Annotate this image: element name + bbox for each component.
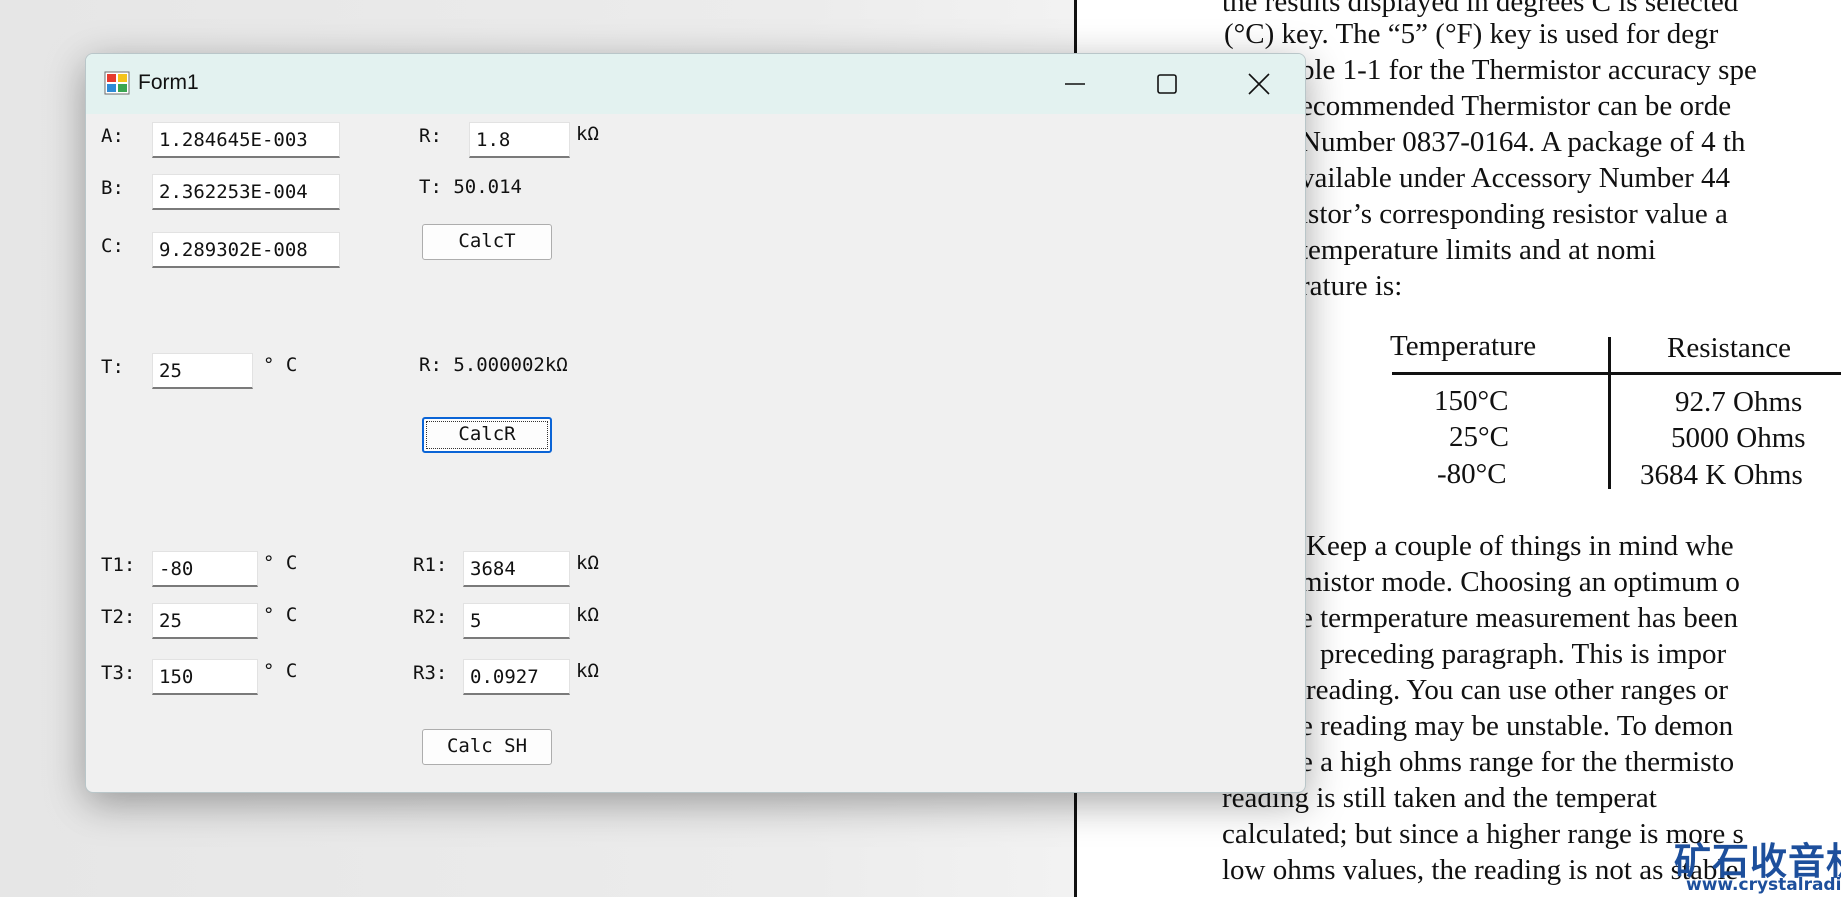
close-icon bbox=[1248, 73, 1270, 95]
minimize-button[interactable] bbox=[1029, 54, 1121, 114]
doc-line: e reading may be unstable. To demon bbox=[1300, 710, 1734, 742]
doc-line: rature is: bbox=[1300, 270, 1403, 302]
unit-kohm: kΩ bbox=[576, 660, 599, 682]
doc-line: e termperature measurement has been bbox=[1300, 602, 1739, 634]
close-button[interactable] bbox=[1213, 54, 1305, 114]
table-header-temperature: Temperature bbox=[1390, 330, 1537, 362]
resistance-result: R: 5.000002kΩ bbox=[419, 354, 568, 376]
doc-line: ecommended Thermistor can be orde bbox=[1300, 90, 1732, 122]
t1-input[interactable]: -80 bbox=[152, 551, 258, 587]
table-header-resistance: Resistance bbox=[1667, 332, 1792, 364]
calc-t-button[interactable]: CalcT bbox=[422, 224, 552, 260]
label-r3: R3: bbox=[413, 662, 448, 684]
minimize-icon bbox=[1065, 83, 1085, 85]
unit-celsius: ° C bbox=[263, 660, 298, 682]
t3-input[interactable]: 150 bbox=[152, 659, 258, 695]
r1-input[interactable]: 3684 bbox=[463, 551, 570, 587]
doc-line: mistor mode. Choosing an optimum o bbox=[1300, 566, 1740, 598]
label-r: R: bbox=[419, 125, 442, 147]
maximize-icon bbox=[1157, 74, 1177, 94]
calc-r-button[interactable]: CalcR bbox=[422, 417, 552, 453]
doc-line: (°C) key. The “5” (°F) key is used for d… bbox=[1224, 18, 1719, 50]
table-cell: 25°C bbox=[1449, 421, 1509, 453]
doc-line: low ohms values, the reading is not as s… bbox=[1222, 854, 1739, 886]
doc-line: preceding paragraph. This is impor bbox=[1320, 638, 1727, 670]
maximize-button[interactable] bbox=[1121, 54, 1213, 114]
watermark-url: www.crystalradio.cn bbox=[1686, 875, 1841, 895]
table-column-rule bbox=[1608, 337, 1611, 489]
label-t1: T1: bbox=[101, 554, 136, 576]
doc-line: the results displayed in degrees C is se… bbox=[1222, 0, 1739, 18]
doc-line: Number 0837-0164. A package of 4 th bbox=[1300, 126, 1746, 158]
table-cell: 150°C bbox=[1434, 385, 1509, 417]
doc-line: ble 1-1 for the Thermistor accuracy spe bbox=[1300, 54, 1757, 86]
temperature-input[interactable]: 25 bbox=[152, 353, 253, 389]
doc-line: calculated; but since a higher range is … bbox=[1222, 818, 1744, 850]
table-cell: 3684 K Ohms bbox=[1640, 459, 1803, 491]
window-title: Form1 bbox=[138, 71, 199, 94]
doc-line: reading. You can use other ranges or bbox=[1306, 674, 1729, 706]
doc-line: Keep a couple of things in mind whe bbox=[1306, 530, 1734, 562]
resistance-input[interactable]: 1.8 bbox=[469, 122, 570, 158]
coefficient-b-field[interactable]: 2.362253E-004 bbox=[152, 174, 340, 210]
coefficient-c-field[interactable]: 9.289302E-008 bbox=[152, 232, 340, 268]
label-t: T: bbox=[101, 356, 124, 378]
table-cell: 5000 Ohms bbox=[1671, 422, 1806, 454]
calc-sh-button[interactable]: Calc SH bbox=[422, 729, 552, 765]
form1-window: Form1 A: 1.284645E-003 B: 2.362253E-004 … bbox=[85, 53, 1306, 793]
table-header-rule bbox=[1392, 372, 1841, 375]
label-a: A: bbox=[101, 125, 124, 147]
label-r2: R2: bbox=[413, 606, 448, 628]
unit-celsius: ° C bbox=[263, 552, 298, 574]
t2-input[interactable]: 25 bbox=[152, 603, 258, 639]
unit-celsius: ° C bbox=[263, 354, 298, 376]
table-cell: 92.7 Ohms bbox=[1675, 386, 1803, 418]
r2-input[interactable]: 5 bbox=[463, 603, 570, 639]
table-cell: -80°C bbox=[1437, 458, 1507, 490]
label-b: B: bbox=[101, 177, 124, 199]
r3-input[interactable]: 0.0927 bbox=[463, 659, 570, 695]
label-t2: T2: bbox=[101, 606, 136, 628]
doc-line: temperature limits and at nomi bbox=[1300, 234, 1656, 266]
doc-line: e a high ohms range for the thermisto bbox=[1300, 746, 1735, 778]
unit-kohm: kΩ bbox=[576, 552, 599, 574]
app-icon bbox=[104, 71, 130, 95]
label-r1: R1: bbox=[413, 554, 448, 576]
coefficient-a-field[interactable]: 1.284645E-003 bbox=[152, 122, 340, 158]
title-bar[interactable]: Form1 bbox=[86, 54, 1305, 114]
label-c: C: bbox=[101, 235, 124, 257]
label-t3: T3: bbox=[101, 662, 136, 684]
unit-celsius: ° C bbox=[263, 604, 298, 626]
doc-line: vailable under Accessory Number 44 bbox=[1300, 162, 1731, 194]
watermark: 矿石收音机 www.crystalradio.cn bbox=[1674, 831, 1841, 897]
doc-line: istor’s corresponding resistor value a bbox=[1300, 198, 1728, 230]
temperature-result: T: 50.014 bbox=[419, 176, 522, 198]
unit-kohm: kΩ bbox=[576, 604, 599, 626]
unit-kohm: kΩ bbox=[576, 123, 599, 145]
